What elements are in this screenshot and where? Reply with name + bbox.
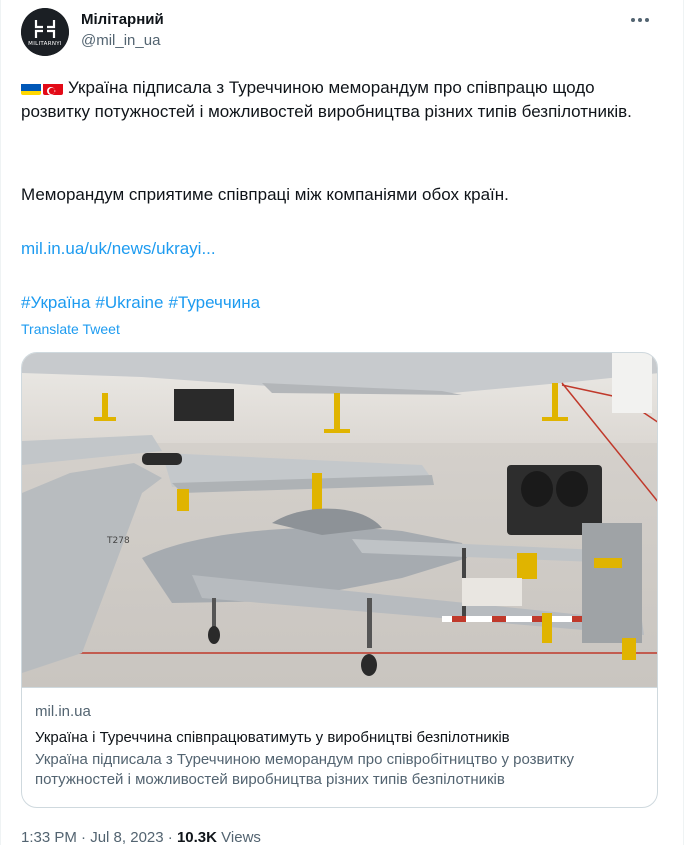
tweet: MILITARNYI Мілітарний @mil_in_ua Україна…: [0, 0, 684, 845]
views-count: 10.3K: [176, 829, 217, 845]
hashtag-ukraine[interactable]: #Ukraine: [95, 293, 163, 312]
tweet-text: Україна підписала з Туреччиною меморанду…: [21, 76, 661, 124]
card-title: Україна і Туреччина співпрацюватимуть у …: [35, 729, 510, 746]
turkey-flag-icon: [43, 81, 63, 95]
avatar[interactable]: MILITARNYI: [21, 8, 69, 56]
translate-tweet-link[interactable]: Translate Tweet: [21, 321, 120, 337]
tweet-paragraph-1: Україна підписала з Туреччиною меморанду…: [21, 78, 632, 121]
tweet-link[interactable]: mil.in.ua/uk/news/ukrayi...: [21, 239, 216, 258]
author-handle[interactable]: @mil_in_ua: [81, 31, 164, 51]
tweet-date[interactable]: Jul 8, 2023: [90, 829, 163, 845]
hashtags: #Україна #Ukraine #Туреччина: [21, 291, 661, 315]
militarnyi-logo-icon: [21, 8, 69, 56]
hashtag-turechchyna[interactable]: #Туреччина: [168, 293, 260, 312]
avatar-text: MILITARNYI: [28, 41, 62, 47]
author-name[interactable]: Мілітарний: [81, 10, 164, 30]
meta-separator-2: ·: [167, 829, 173, 845]
hashtag-ukraina[interactable]: #Україна: [21, 293, 90, 312]
views-label: Views: [221, 829, 261, 845]
card-description: Україна підписала з Туреччиною меморанду…: [35, 751, 574, 788]
meta-separator: ·: [81, 829, 87, 845]
author-block: Мілітарний @mil_in_ua: [81, 10, 164, 51]
tweet-time[interactable]: 1:33 PM: [21, 829, 77, 845]
svg-text:T278: T278: [106, 536, 130, 546]
tweet-paragraph-2: Меморандум сприятиме співпраці між компа…: [21, 185, 509, 204]
tweet-meta: 1:33 PM · Jul 8, 2023 · 10.3K Views: [21, 828, 261, 845]
link-card[interactable]: T278 mil.in.ua Україна і Туреччина співп…: [21, 352, 658, 808]
ukraine-flag-icon: [21, 81, 41, 95]
more-horizontal-icon[interactable]: [623, 8, 657, 32]
flags: [21, 81, 65, 95]
card-info: mil.in.ua Україна і Туреччина співпрацюв…: [22, 687, 657, 807]
tweet-link-line: mil.in.ua/uk/news/ukrayi...: [21, 237, 661, 261]
drone-hangar-photo: T278: [22, 353, 657, 687]
card-domain: mil.in.ua: [35, 703, 91, 720]
